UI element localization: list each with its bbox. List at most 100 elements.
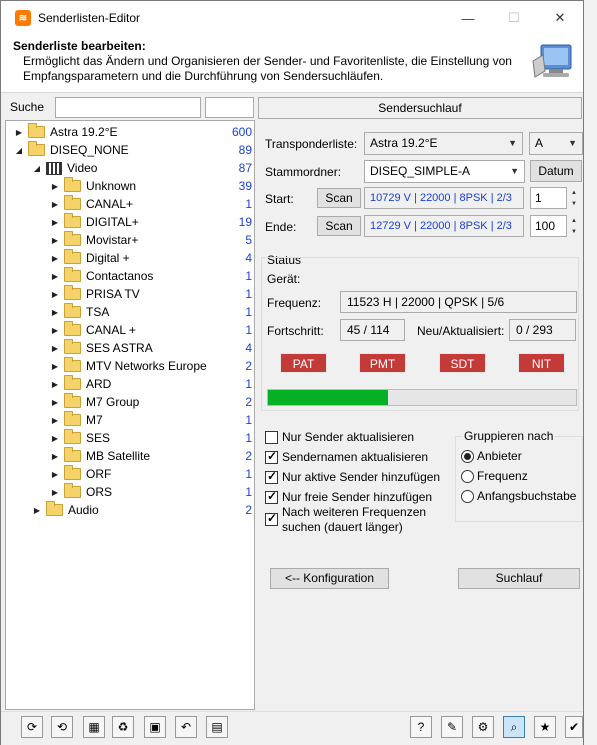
- tree-node[interactable]: ▶ ARD 1: [50, 375, 252, 393]
- tab-sendersuchlauf[interactable]: Sendersuchlauf: [258, 97, 582, 119]
- minimize-button[interactable]: —: [445, 1, 491, 35]
- new-folder-icon[interactable]: ▦: [83, 716, 105, 738]
- expand-icon[interactable]: ▶: [50, 290, 60, 299]
- tree-node[interactable]: ▶ Audio 2: [32, 501, 252, 519]
- expand-icon[interactable]: ▶: [50, 218, 60, 227]
- scan-start-button[interactable]: Scan: [317, 188, 361, 208]
- close-button[interactable]: ✕: [537, 1, 583, 35]
- tree-node[interactable]: ▶ Movistar+ 5: [50, 231, 252, 249]
- ok-check-icon[interactable]: ✔: [565, 716, 583, 738]
- stamm-select[interactable]: DISEQ_SIMPLE-A ▼: [364, 160, 525, 183]
- pmt-tag: PMT: [359, 353, 406, 373]
- tree-node[interactable]: ▶ Unknown 39: [50, 177, 252, 195]
- expand-icon[interactable]: ▶: [50, 452, 60, 461]
- expand-icon[interactable]: ▶: [50, 362, 60, 371]
- expand-icon[interactable]: ▶: [50, 236, 60, 245]
- start-number-input[interactable]: 1: [530, 187, 567, 209]
- undo-icon[interactable]: ↶: [175, 716, 197, 738]
- tree-node[interactable]: ▶ ORS 1: [50, 483, 252, 501]
- transponder-select[interactable]: Astra 19.2°E ▼: [364, 132, 523, 155]
- option-sendernamen[interactable]: Sendernamen aktualisieren: [265, 449, 428, 464]
- expand-icon[interactable]: ▶: [50, 200, 60, 209]
- collapse-icon[interactable]: ◢: [14, 146, 24, 155]
- radio-frequenz[interactable]: Frequenz: [461, 469, 528, 483]
- radio-anfangsbuchstabe[interactable]: Anfangsbuchstabe: [461, 489, 576, 503]
- reload-icon[interactable]: ⟳: [21, 716, 43, 738]
- datum-button[interactable]: Datum: [530, 160, 582, 182]
- expand-icon[interactable]: ▶: [50, 398, 60, 407]
- expand-icon[interactable]: ▶: [50, 326, 60, 335]
- tree-node[interactable]: ◢ Video 87: [32, 159, 252, 177]
- radio-anbieter[interactable]: Anbieter: [461, 449, 522, 463]
- option-weitere-frequenzen[interactable]: Nach weiteren Frequenzen suchen (dauert …: [265, 505, 435, 535]
- expand-icon[interactable]: ▶: [50, 272, 60, 281]
- tree-node[interactable]: ▶ MTV Networks Europe 2: [50, 357, 252, 375]
- configuration-button[interactable]: <-- Konfiguration: [270, 568, 389, 589]
- search-filter-input[interactable]: [205, 97, 254, 118]
- bottom-toolbar: ⟳ ⟲ ▦ ♻ ▣ ↶ ▤ ? ✎ ⚙ ⌕ ★ ✔: [1, 711, 583, 745]
- edit-icon[interactable]: ✎: [441, 716, 463, 738]
- option-nur-sender[interactable]: Nur Sender aktualisieren: [265, 430, 414, 444]
- start-scan-button[interactable]: Suchlauf: [458, 568, 580, 589]
- search-icon[interactable]: ⌕: [503, 716, 525, 738]
- radio-icon[interactable]: [461, 449, 474, 463]
- tree-node[interactable]: ▶ CANAL + 1: [50, 321, 252, 339]
- tree-node[interactable]: ▶ Astra 19.2°E 600: [14, 123, 252, 141]
- end-number-input[interactable]: 100: [530, 215, 567, 237]
- option-aktive-sender[interactable]: Nur aktive Sender hinzufügen: [265, 469, 440, 484]
- tree-node[interactable]: ▶ SES ASTRA 4: [50, 339, 252, 357]
- expand-icon[interactable]: ▶: [50, 470, 60, 479]
- tree-node-label: ORS: [86, 485, 113, 499]
- expand-icon[interactable]: ▶: [32, 506, 42, 515]
- option-freie-sender[interactable]: Nur freie Sender hinzufügen: [265, 489, 432, 504]
- tree-node[interactable]: ▶ CANAL+ 1: [50, 195, 252, 213]
- tree-node[interactable]: ▶ M7 1: [50, 411, 252, 429]
- expand-icon[interactable]: ▶: [50, 488, 60, 497]
- image-icon[interactable]: ▤: [206, 716, 228, 738]
- checkbox-icon[interactable]: [265, 469, 278, 484]
- tree-node[interactable]: ▶ PRISA TV 1: [50, 285, 252, 303]
- maximize-button[interactable]: ☐: [491, 1, 537, 35]
- expand-icon[interactable]: ▶: [50, 182, 60, 191]
- expand-icon[interactable]: ▶: [14, 128, 24, 137]
- tree-node[interactable]: ▶ Contactanos 1: [50, 267, 252, 285]
- expand-icon[interactable]: ▶: [50, 434, 60, 443]
- tree-node[interactable]: ▶ TSA 1: [50, 303, 252, 321]
- save-icon[interactable]: ▣: [144, 716, 166, 738]
- spin-up-icon[interactable]: ▲: [571, 190, 577, 196]
- spin-down-icon[interactable]: ▼: [571, 229, 577, 235]
- scan-end-button[interactable]: Scan: [317, 216, 361, 236]
- settings-icon[interactable]: ⚙: [472, 716, 494, 738]
- reload-alt-icon[interactable]: ⟲: [51, 716, 73, 738]
- help-icon[interactable]: ?: [410, 716, 432, 738]
- checkbox-icon[interactable]: [265, 431, 278, 444]
- tree-node[interactable]: ▶ DIGITAL+ 19: [50, 213, 252, 231]
- tree-node-label: ARD: [86, 377, 112, 391]
- radio-icon[interactable]: [461, 489, 474, 503]
- checkbox-icon[interactable]: [265, 511, 278, 526]
- transponder-sub-select[interactable]: A ▼: [529, 132, 583, 155]
- expand-icon[interactable]: ▶: [50, 344, 60, 353]
- end-spinner[interactable]: ▲ ▼: [568, 215, 580, 237]
- collapse-icon[interactable]: ◢: [32, 164, 42, 173]
- expand-icon[interactable]: ▶: [50, 380, 60, 389]
- search-input[interactable]: [55, 97, 201, 118]
- recycle-bin-icon[interactable]: ♻: [112, 716, 134, 738]
- expand-icon[interactable]: ▶: [50, 416, 60, 425]
- tree-node[interactable]: ▶ M7 Group 2: [50, 393, 252, 411]
- spin-up-icon[interactable]: ▲: [571, 218, 577, 224]
- tree-node[interactable]: ▶ Digital + 4: [50, 249, 252, 267]
- tree-node[interactable]: ◢ DISEQ_NONE 89: [14, 141, 252, 159]
- spin-down-icon[interactable]: ▼: [571, 201, 577, 207]
- favorite-star-icon[interactable]: ★: [534, 716, 556, 738]
- tree-node[interactable]: ▶ SES 1: [50, 429, 252, 447]
- expand-icon[interactable]: ▶: [50, 308, 60, 317]
- start-spinner[interactable]: ▲ ▼: [568, 187, 580, 209]
- channel-tree[interactable]: ▶ Astra 19.2°E 600 ◢ DISEQ_NONE 89 ◢ Video 87 ▶ Un…: [5, 120, 255, 710]
- tree-node[interactable]: ▶ ORF 1: [50, 465, 252, 483]
- expand-icon[interactable]: ▶: [50, 254, 60, 263]
- radio-icon[interactable]: [461, 469, 474, 483]
- checkbox-icon[interactable]: [265, 489, 278, 504]
- tree-node[interactable]: ▶ MB Satellite 2: [50, 447, 252, 465]
- checkbox-icon[interactable]: [265, 449, 278, 464]
